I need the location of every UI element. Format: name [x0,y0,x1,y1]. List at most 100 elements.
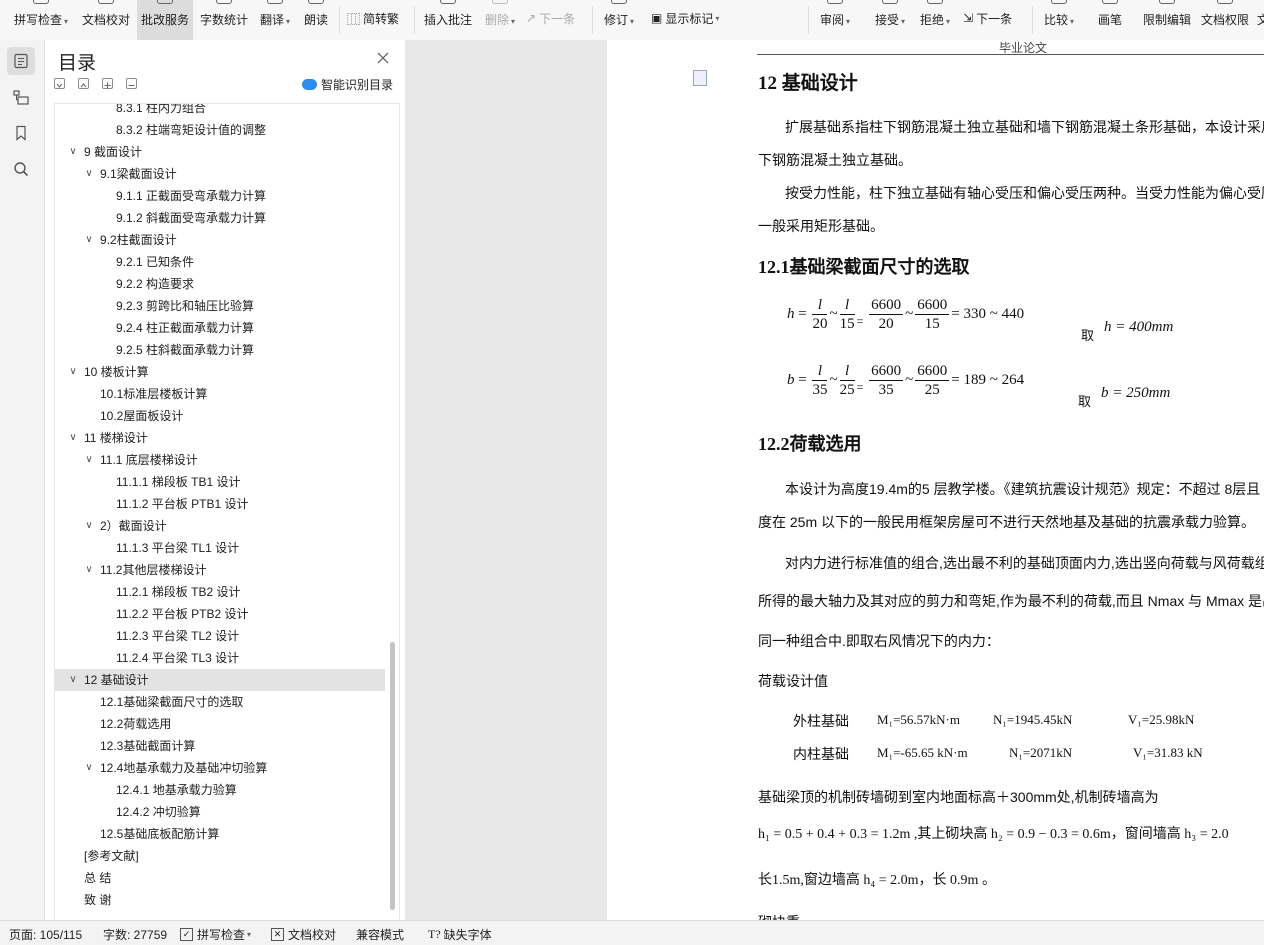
toc-item[interactable]: 致 谢 [55,889,385,911]
page-options-icon[interactable] [693,70,707,86]
toc-item[interactable]: ∨ 9 截面设计 [55,141,385,163]
toc-item[interactable]: [参考文献] [55,845,385,867]
word-count-icon [216,0,232,4]
navigation-button[interactable] [7,83,35,111]
chevron-down-icon[interactable]: ∨ [84,163,94,185]
missing-fonts[interactable]: T? 缺失字体 [428,926,492,943]
toc-item[interactable]: 9.2.5 柱斜截面承载力计算 [55,339,385,361]
toc-item[interactable]: 9.1.2 斜截面受弯承载力计算 [55,207,385,229]
toc-item-label: 12.4地基承载力及基础冲切验算 [100,761,268,775]
track-changes-button[interactable]: 修订 ▾ [600,0,638,40]
toc-scrollbar[interactable] [390,642,395,910]
more-button[interactable]: 文 [1256,0,1264,40]
toc-item[interactable]: 8.3.1 柱内力组合 [55,104,385,119]
spell-check-icon [33,0,49,4]
chevron-down-icon[interactable]: ∨ [84,559,94,581]
toc-item[interactable]: 12.2荷载选用 [55,713,385,735]
page-indicator[interactable]: 页面: 105/115 [9,926,82,943]
take-value: b = 250mm [1101,385,1171,401]
toc-item[interactable]: 9.2.1 已知条件 [55,251,385,273]
toc-item[interactable]: 9.2.3 剪跨比和轴压比验算 [55,295,385,317]
remove-heading-icon[interactable] [126,78,137,89]
status-proofread[interactable]: ✕ 文档校对 [271,926,336,943]
toc-item[interactable]: 11.2.4 平台梁 TL3 设计 [55,647,385,669]
chevron-down-icon[interactable]: ∨ [68,141,78,163]
simp-to-trad-button[interactable]: ⿲简转繁 [347,8,399,28]
toc-item[interactable]: 11.1.3 平台梁 TL1 设计 [55,537,385,559]
toc-item[interactable]: 12.4.1 地基承载力验算 [55,779,385,801]
smart-toc-button[interactable]: 智能识别目录 [302,76,393,93]
toc-panel-button[interactable] [7,47,35,75]
translate-button[interactable]: 翻译 ▾ [255,0,295,40]
collapse-all-icon[interactable] [54,78,65,89]
reject-button[interactable]: 拒绝 ▾ [915,0,955,40]
toc-item[interactable]: 11.1.1 梯段板 TB1 设计 [55,471,385,493]
toc-item[interactable]: ∨ 9.1梁截面设计 [55,163,385,185]
show-markup-button[interactable]: ▣ 显示标记 ▾ [651,8,719,28]
toc-item-label: 2）截面设计 [100,519,167,533]
toc-item[interactable]: ∨ 12.4地基承载力及基础冲切验算 [55,757,385,779]
insert-comment-button[interactable]: 插入批注 [420,0,476,40]
toc-item[interactable]: 9.2.4 柱正截面承载力计算 [55,317,385,339]
toc-item[interactable]: 10.1标准层楼板计算 [55,383,385,405]
review-button[interactable]: 审阅 ▾ [815,0,855,40]
toc-item[interactable]: 12.4.2 冲切验算 [55,801,385,823]
chevron-down-icon[interactable]: ∨ [68,427,78,449]
close-icon[interactable] [375,50,391,66]
paragraph: 长1.5m,窗边墙高 h₄ = 2.0m，长 0.9m 。 [758,873,996,888]
toc-item[interactable]: 11.2.2 平台板 PTB2 设计 [55,603,385,625]
next-change-button[interactable]: ⇲ 下一条 [963,8,1012,28]
accept-button[interactable]: 接受 ▾ [870,0,910,40]
chevron-down-icon[interactable]: ∨ [68,361,78,383]
toc-item-label: 10.1标准层楼板计算 [100,387,208,401]
paragraph: 一般采用矩形基础。 [758,218,884,234]
chevron-down-icon[interactable]: ∨ [84,449,94,471]
bookmark-button[interactable] [7,119,35,147]
chevron-down-icon[interactable]: ∨ [68,669,78,691]
toc-item[interactable]: ∨ 11 楼梯设计 [55,427,385,449]
proofread-icon [98,0,114,4]
pen-button[interactable]: 画笔 [1094,0,1126,40]
toc-item[interactable]: 总 结 [55,867,385,889]
search-button[interactable] [7,155,35,183]
toc-icon [14,53,28,69]
doc-proofread-button[interactable]: 文档校对 [78,0,134,40]
spell-check-button[interactable]: 拼写检查 ▾ [10,0,72,40]
read-aloud-button[interactable]: 朗读 [300,0,332,40]
toc-item[interactable]: 8.3.2 柱端弯矩设计值的调整 [55,119,385,141]
toc-item[interactable]: 11.1.2 平台板 PTB1 设计 [55,493,385,515]
toc-item-label: 10 楼板计算 [84,365,149,379]
restrict-editing-button[interactable]: 限制编辑 [1140,0,1194,40]
toc-item[interactable]: ∨ 11.1 底层楼梯设计 [55,449,385,471]
toc-item[interactable]: 9.2.2 构造要求 [55,273,385,295]
toc-item[interactable]: ∨ 10 楼板计算 [55,361,385,383]
status-spell-check[interactable]: ✓ 拼写检查 ▾ [180,926,251,943]
word-count[interactable]: 字数: 27759 [103,926,167,943]
chevron-down-icon[interactable]: ∨ [84,229,94,251]
correction-service-button[interactable]: 批改服务 [137,0,193,40]
toc-item[interactable]: 12.5基础底板配筋计算 [55,823,385,845]
chevron-down-icon[interactable]: ∨ [84,757,94,779]
toc-item[interactable]: ∨ 12 基础设计 [55,669,385,691]
toc-item-label: 11.2.3 平台梁 TL2 设计 [116,629,240,643]
toc-item-label: 11.2.4 平台梁 TL3 设计 [116,651,240,665]
delete-comment-button[interactable]: 删除 ▾ [480,0,520,40]
toc-item[interactable]: 11.2.1 梯段板 TB2 设计 [55,581,385,603]
add-heading-icon[interactable] [102,78,113,89]
toc-item[interactable]: 12.1基础梁截面尺寸的选取 [55,691,385,713]
doc-permission-button[interactable]: 文档权限 [1198,0,1252,40]
toc-item[interactable]: 10.2屋面板设计 [55,405,385,427]
toc-item[interactable]: ∨ 2）截面设计 [55,515,385,537]
toc-item[interactable]: 12.3基础截面计算 [55,735,385,757]
compare-button[interactable]: 比较 ▾ [1039,0,1079,40]
next-comment-button[interactable]: ↗ 下一条 [526,8,575,28]
toc-item[interactable]: 9.1.1 正截面受弯承载力计算 [55,185,385,207]
toc-item[interactable]: ∨ 11.2其他层楼梯设计 [55,559,385,581]
document-page[interactable]: 毕业论文 12 基础设计 扩展基础系指柱下钢筋混凝土独立基础和墙下钢筋混凝土条形… [607,40,1264,920]
expand-up-icon[interactable] [78,78,89,89]
compat-mode[interactable]: 兼容模式 [356,926,404,943]
chevron-down-icon[interactable]: ∨ [84,515,94,537]
toc-item[interactable]: 11.2.3 平台梁 TL2 设计 [55,625,385,647]
word-count-button[interactable]: 字数统计 [197,0,251,40]
toc-item[interactable]: ∨ 9.2柱截面设计 [55,229,385,251]
